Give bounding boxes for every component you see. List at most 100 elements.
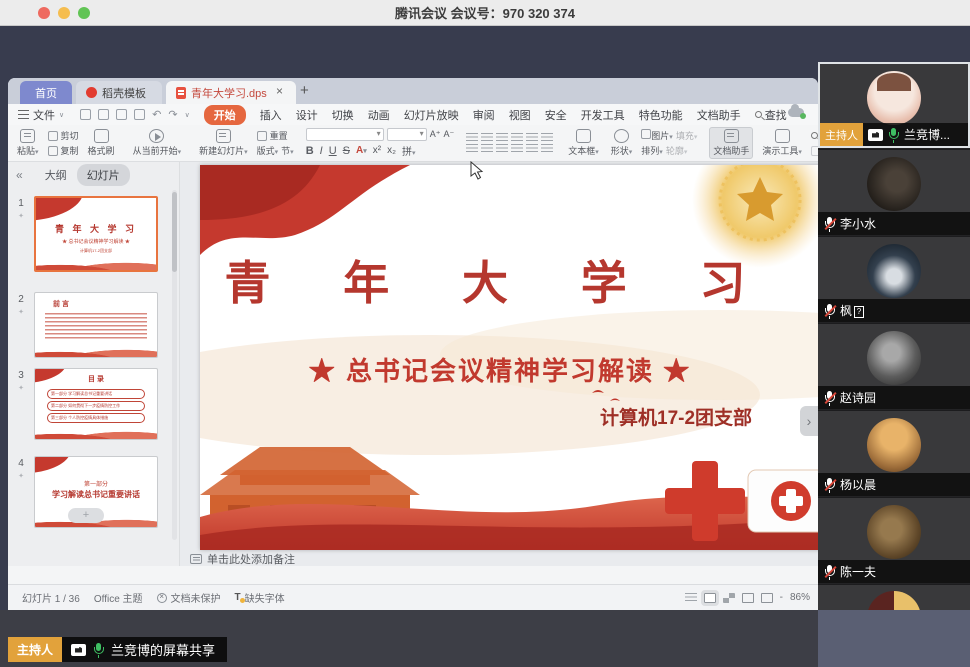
slide-sorter-icon[interactable]	[723, 593, 735, 603]
reset-button[interactable]: 重置	[257, 129, 294, 142]
slide-thumb-row-3[interactable]: 3 目 录 第一部分 学习解读总书记重要讲话 第二部分 如何贯彻下一步疫情防控工…	[8, 368, 158, 440]
slide-thumb-row-2[interactable]: 2 前 言	[8, 292, 158, 358]
missing-font-status[interactable]: T 缺失字体	[235, 590, 285, 605]
mic-muted-icon[interactable]	[824, 217, 835, 231]
mic-muted-icon[interactable]	[824, 391, 835, 405]
line-spacing-icon[interactable]	[541, 144, 553, 153]
mic-muted-icon[interactable]	[824, 478, 835, 492]
tab-docer-templates[interactable]: 稻壳模板	[76, 81, 162, 104]
ribbon-tab-doc-assistant[interactable]: 文档助手	[697, 107, 741, 123]
slide-canvas[interactable]: 青 年 大 学 习 ★ 总书记会议精神学习解读 ★ 计算机17-2团支部	[200, 165, 818, 550]
ribbon-tab-design[interactable]: 设计	[296, 107, 318, 123]
columns-icon[interactable]	[541, 133, 553, 142]
cut-button[interactable]: 剪切	[48, 129, 79, 142]
distribute-icon[interactable]	[526, 144, 538, 153]
participant-tile[interactable]: 陈一夫	[818, 497, 970, 583]
paste-button[interactable]: 粘贴▾	[14, 128, 42, 158]
close-tab-icon[interactable]: ×	[276, 84, 283, 98]
normal-view-icon[interactable]	[704, 593, 716, 603]
ribbon-tab-start[interactable]: 开始	[204, 105, 246, 125]
doc-protect-status[interactable]: 文档未保护	[157, 590, 221, 605]
notes-placeholder[interactable]: 单击此处添加备注	[207, 551, 295, 567]
copy-button[interactable]: 复制	[48, 144, 79, 157]
undo-icon[interactable]: ↶	[152, 108, 161, 121]
ribbon-tab-view[interactable]: 视图	[509, 107, 531, 123]
text-direction-icon[interactable]	[526, 133, 538, 142]
zoom-level[interactable]: 86%	[790, 592, 810, 603]
justify-icon[interactable]	[511, 144, 523, 153]
font-size-select[interactable]	[387, 128, 427, 141]
font-color-button[interactable]: A▾	[356, 145, 367, 156]
notes-toggle-icon[interactable]	[685, 593, 697, 602]
slide-thumb-row-1[interactable]: 1 青 年 大 学 习 ★ 总书记会议精神学习解读 ★ 计算机17-2团支部	[8, 196, 158, 272]
slide-subtitle-text[interactable]: ★ 总书记会议精神学习解读 ★	[200, 351, 800, 388]
participant-tile[interactable]: 枫?	[818, 236, 970, 322]
new-slide-button[interactable]: 新建幻灯片▾	[196, 128, 251, 158]
mic-muted-icon[interactable]	[824, 565, 835, 579]
ribbon-tab-security[interactable]: 安全	[545, 107, 567, 123]
mic-muted-icon[interactable]	[824, 304, 835, 318]
increase-font-button[interactable]: A⁺	[430, 129, 441, 140]
subscript-button[interactable]: x₂	[387, 145, 396, 156]
sidebar-scrollbar-thumb[interactable]	[172, 192, 177, 272]
slideshow-icon[interactable]	[761, 593, 773, 603]
superscript-button[interactable]: x²	[373, 145, 381, 156]
align-left-icon[interactable]	[466, 144, 478, 153]
mic-on-icon[interactable]	[888, 128, 899, 142]
reading-view-icon[interactable]	[742, 593, 754, 603]
present-tools-button[interactable]: 演示工具▾	[759, 128, 805, 158]
participant-tile[interactable]: 杨以晨	[818, 410, 970, 496]
format-painter-button[interactable]: 格式刷	[85, 128, 118, 158]
zoom-window-button[interactable]	[78, 7, 90, 19]
ribbon-tab-devtools[interactable]: 开发工具	[581, 107, 625, 123]
layout-button[interactable]: 版式▾	[257, 144, 279, 157]
indent-icon[interactable]	[511, 133, 523, 142]
collapse-sidebar-icon[interactable]: «	[16, 168, 23, 182]
shape-button[interactable]: 形状▾	[608, 128, 636, 158]
new-tab-icon[interactable]: +	[300, 82, 309, 99]
theme-label[interactable]: Office 主题	[94, 590, 143, 605]
align-right-icon[interactable]	[496, 144, 508, 153]
pinyin-button[interactable]: 拼▾	[402, 143, 416, 158]
print-icon[interactable]	[116, 109, 127, 120]
cloud-sync-icon[interactable]	[788, 108, 804, 117]
outdent-icon[interactable]	[496, 133, 508, 142]
find-menu[interactable]: 查找	[755, 107, 787, 123]
zoom-out-button[interactable]: -	[780, 592, 783, 603]
slide-byline-text[interactable]: 计算机17-2团支部	[600, 403, 752, 430]
section-button[interactable]: 节▾	[281, 144, 294, 157]
tab-home[interactable]: 首页	[20, 81, 72, 104]
participant-tile[interactable]: 李小水	[818, 149, 970, 235]
tab-outline[interactable]: 大纲	[35, 164, 77, 186]
find-button[interactable]: 查找	[811, 129, 818, 142]
ribbon-tab-slideshow[interactable]: 幻灯片放映	[404, 107, 459, 123]
replace-button[interactable]: 替换▾	[811, 144, 818, 157]
picture-button[interactable]: 图片▾	[641, 129, 673, 142]
output-icon[interactable]	[98, 109, 109, 120]
font-name-select[interactable]	[306, 128, 384, 141]
ribbon-tab-insert[interactable]: 插入	[260, 107, 282, 123]
numbering-icon[interactable]	[481, 133, 493, 142]
slide-title-text[interactable]: 青 年 大 学 习	[200, 247, 800, 313]
ribbon-tab-features[interactable]: 特色功能	[639, 107, 683, 123]
ribbon-tab-transition[interactable]: 切换	[332, 107, 354, 123]
minimize-window-button[interactable]	[58, 7, 70, 19]
slide-thumbnail[interactable]: 青 年 大 学 习 ★ 总书记会议精神学习解读 ★ 计算机17-2团支部	[34, 196, 158, 272]
preview-icon[interactable]	[134, 109, 145, 120]
bold-button[interactable]: B	[306, 145, 314, 157]
fill-button[interactable]: 填充▾	[676, 129, 698, 142]
italic-button[interactable]: I	[320, 145, 323, 157]
next-slide-arrow[interactable]: ›	[800, 406, 818, 436]
bullets-icon[interactable]	[466, 133, 478, 142]
participant-tile[interactable]: 赵诗园	[818, 323, 970, 409]
textbox-button[interactable]: 文本框▾	[565, 128, 602, 158]
play-from-current-button[interactable]: 从当前开始▾	[130, 128, 185, 158]
participant-tile-partial[interactable]	[818, 584, 970, 610]
underline-button[interactable]: U	[329, 145, 337, 157]
add-slide-button[interactable]: +	[68, 508, 104, 523]
ribbon-tab-animation[interactable]: 动画	[368, 107, 390, 123]
doc-assistant-button[interactable]: 文档助手	[709, 127, 753, 159]
save-icon[interactable]	[80, 109, 91, 120]
outline-button[interactable]: 轮廓▾	[666, 144, 688, 157]
chevron-down-icon[interactable]: ∨	[185, 111, 190, 119]
